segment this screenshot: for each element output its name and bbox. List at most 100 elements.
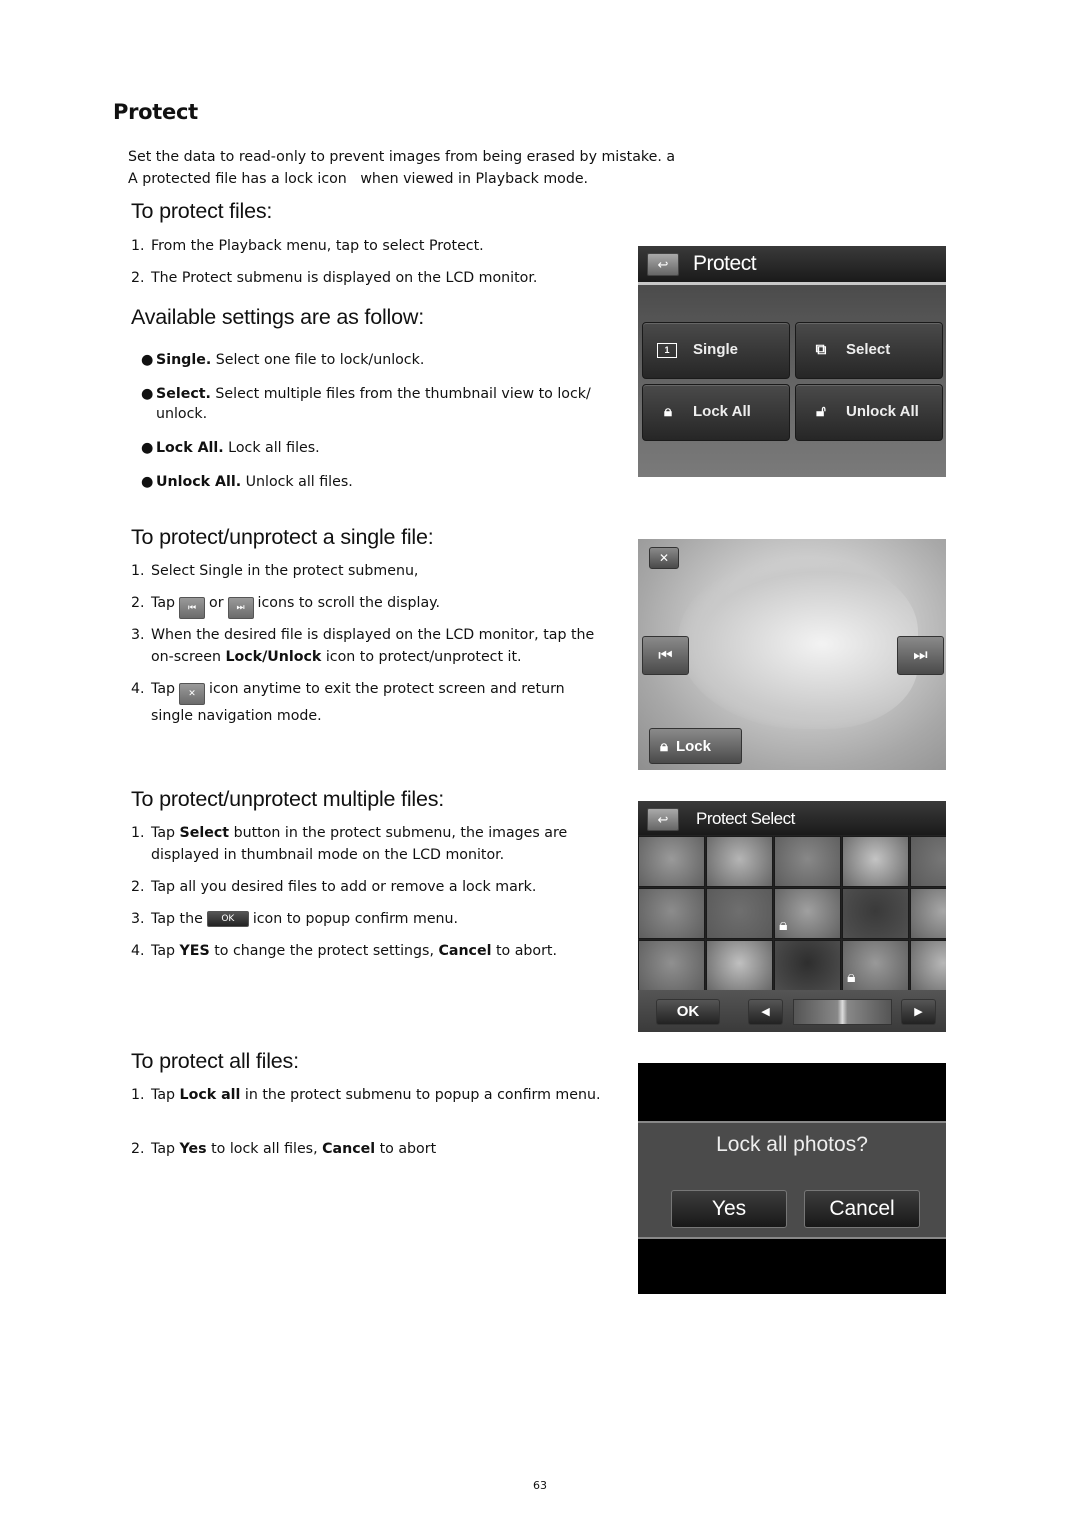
step-text: Tap the (151, 911, 203, 927)
single-view-screen: ✕ ⏮ ⏭ 🔒︎ Lock (638, 539, 946, 770)
step-text: to change the protect settings, (209, 943, 439, 959)
unlock-all-button[interactable]: 🔓︎ Unlock All (795, 384, 943, 441)
confirm-question: Lock all photos? (716, 1133, 868, 1156)
cancel-button[interactable]: Cancel (804, 1190, 920, 1228)
previous-icon: ⏮ (179, 597, 206, 619)
step-text: icon to popup confirm menu. (252, 911, 459, 927)
intro-text: Set the data to read-only to prevent ima… (128, 146, 675, 190)
next-icon: ⏭ (913, 647, 928, 664)
ok-icon: OK (206, 911, 249, 927)
step: 1. Select Single in the protect submenu, (131, 560, 611, 582)
thumbnail[interactable] (706, 940, 773, 991)
unlock-icon: 🔓︎ (816, 403, 826, 420)
yes-button[interactable]: Yes (671, 1190, 787, 1228)
thumbnail[interactable] (638, 888, 705, 939)
select-button[interactable]: ⧉ Select (795, 322, 943, 379)
protect-select-screen: ↩ Protect Select 🔒︎ 🔒︎ OK ◀ ▶ (638, 801, 946, 1032)
back-arrow-icon: ↩ (657, 812, 669, 827)
bullet-item: ● Unlock All. Unlock all files. (141, 474, 353, 490)
heading-settings: Available settings are as follow: (131, 305, 424, 329)
thumbnail[interactable] (774, 836, 841, 887)
thumbnail[interactable] (706, 888, 773, 939)
step-bold: Lock all (179, 1087, 241, 1103)
thumbnail[interactable]: 🔒︎ (774, 888, 841, 939)
step-text: Tap all you desired files to add or remo… (151, 879, 537, 895)
step-text: From the Playback menu, tap to select Pr… (151, 238, 484, 254)
back-button[interactable]: ↩ (647, 253, 679, 276)
step-text: to lock all files, (206, 1141, 323, 1157)
close-button[interactable]: ✕ (649, 547, 679, 569)
page-number: 63 (533, 1479, 547, 1492)
thumbnail[interactable] (910, 888, 946, 939)
intro-line-1: Set the data to read-only to prevent ima… (128, 149, 676, 165)
thumbnail[interactable]: 🔒︎ (842, 940, 909, 991)
right-arrow-icon: ▶ (914, 1006, 923, 1018)
heading-protect-files: To protect files: (131, 199, 273, 223)
next-button[interactable]: ⏭ (897, 636, 944, 675)
single-file-icon: 1 (657, 343, 677, 358)
lock-all-button[interactable]: 🔒︎ Lock All (642, 384, 790, 441)
heading-all: To protect all files: (131, 1049, 299, 1073)
scroll-right-button[interactable]: ▶ (901, 999, 936, 1025)
previous-icon: ⏮ (658, 647, 673, 664)
step: 1. Tap Select button in the protect subme… (131, 825, 568, 863)
button-label: Lock All (693, 403, 751, 420)
step: 2. Tap all you desired files to add or re… (131, 876, 611, 898)
thumbnail[interactable] (774, 940, 841, 991)
step: 4. Tap ✕ icon anytime to exit the protect s… (131, 681, 565, 724)
lock-button[interactable]: 🔒︎ Lock (649, 728, 742, 764)
intro-line-2: A protected file has a lock icon when vi… (128, 171, 589, 187)
step-bold: Select (179, 825, 230, 841)
step: 3. Tap the OK icon to popup confirm menu. (131, 911, 459, 927)
protect-menu-screen: ↩ Protect 1 Single ⧉ Select 🔒︎ Lock All … (638, 246, 946, 477)
step-text: Tap (151, 943, 180, 959)
step-text: The Protect submenu is displayed on the … (151, 270, 538, 286)
step-bold: Cancel (438, 943, 492, 959)
thumbnail[interactable] (842, 836, 909, 887)
close-icon: ✕ (658, 551, 670, 565)
step: 3. When the desired file is displayed on … (131, 627, 595, 665)
multi-select-icon: ⧉ (815, 341, 827, 358)
thumbnail[interactable] (910, 836, 946, 887)
step-text: Tap (151, 1087, 180, 1103)
screen-header: ↩ Protect (638, 246, 946, 285)
lock-icon: 🔒︎ (664, 403, 672, 420)
step-text: in the protect submenu to popup a confir… (240, 1087, 601, 1103)
previous-button[interactable]: ⏮ (642, 636, 689, 675)
thumbnail[interactable] (842, 888, 909, 939)
step: 2. Tap Yes to lock all files, Cancel to a… (131, 1141, 437, 1157)
step-bold: Yes (179, 1141, 207, 1157)
step-num: 2. (131, 270, 145, 286)
bullet-desc: Lock all files. (223, 440, 320, 456)
single-button[interactable]: 1 Single (642, 322, 790, 379)
step-text: Tap (151, 681, 176, 697)
scroll-left-button[interactable]: ◀ (748, 999, 783, 1025)
screen-title: Protect (693, 252, 757, 275)
bullet-term: Lock All. (156, 440, 224, 456)
scrollbar[interactable] (793, 999, 892, 1025)
ok-button[interactable]: OK (656, 999, 720, 1025)
confirm-dialog: Lock all photos? Yes Cancel (638, 1121, 946, 1239)
screen-header: ↩ Protect Select (638, 801, 946, 835)
step-num: 1. (131, 238, 145, 254)
bottom-bar: OK ◀ ▶ (638, 990, 946, 1032)
thumbnail[interactable] (638, 836, 705, 887)
step: 2. The Protect submenu is displayed on th… (131, 267, 611, 289)
left-arrow-icon: ◀ (761, 1006, 770, 1018)
thumbnail[interactable] (638, 940, 705, 991)
page-title: Protect (113, 100, 198, 124)
step: 1. Tap Lock all in the protect submenu to… (131, 1087, 601, 1103)
ok-label: OK (676, 1003, 700, 1020)
thumbnail[interactable] (910, 940, 946, 991)
bullet-item: ● Single. Select one file to lock/unlock. (141, 352, 425, 368)
step-text: icon to protect/unprotect it. (321, 649, 522, 665)
step-bold: Cancel (322, 1141, 376, 1157)
back-button[interactable]: ↩ (647, 808, 679, 831)
bullet-term: Single. (156, 352, 212, 368)
step-text: icons to scroll the display. (257, 595, 441, 611)
back-arrow-icon: ↩ (657, 257, 669, 272)
lock-icon: 🔒︎ (847, 969, 856, 986)
bullet-item: ● Lock All. Lock all files. (141, 440, 320, 456)
thumbnail[interactable] (706, 836, 773, 887)
bullet-desc: Select one file to lock/unlock. (211, 352, 425, 368)
